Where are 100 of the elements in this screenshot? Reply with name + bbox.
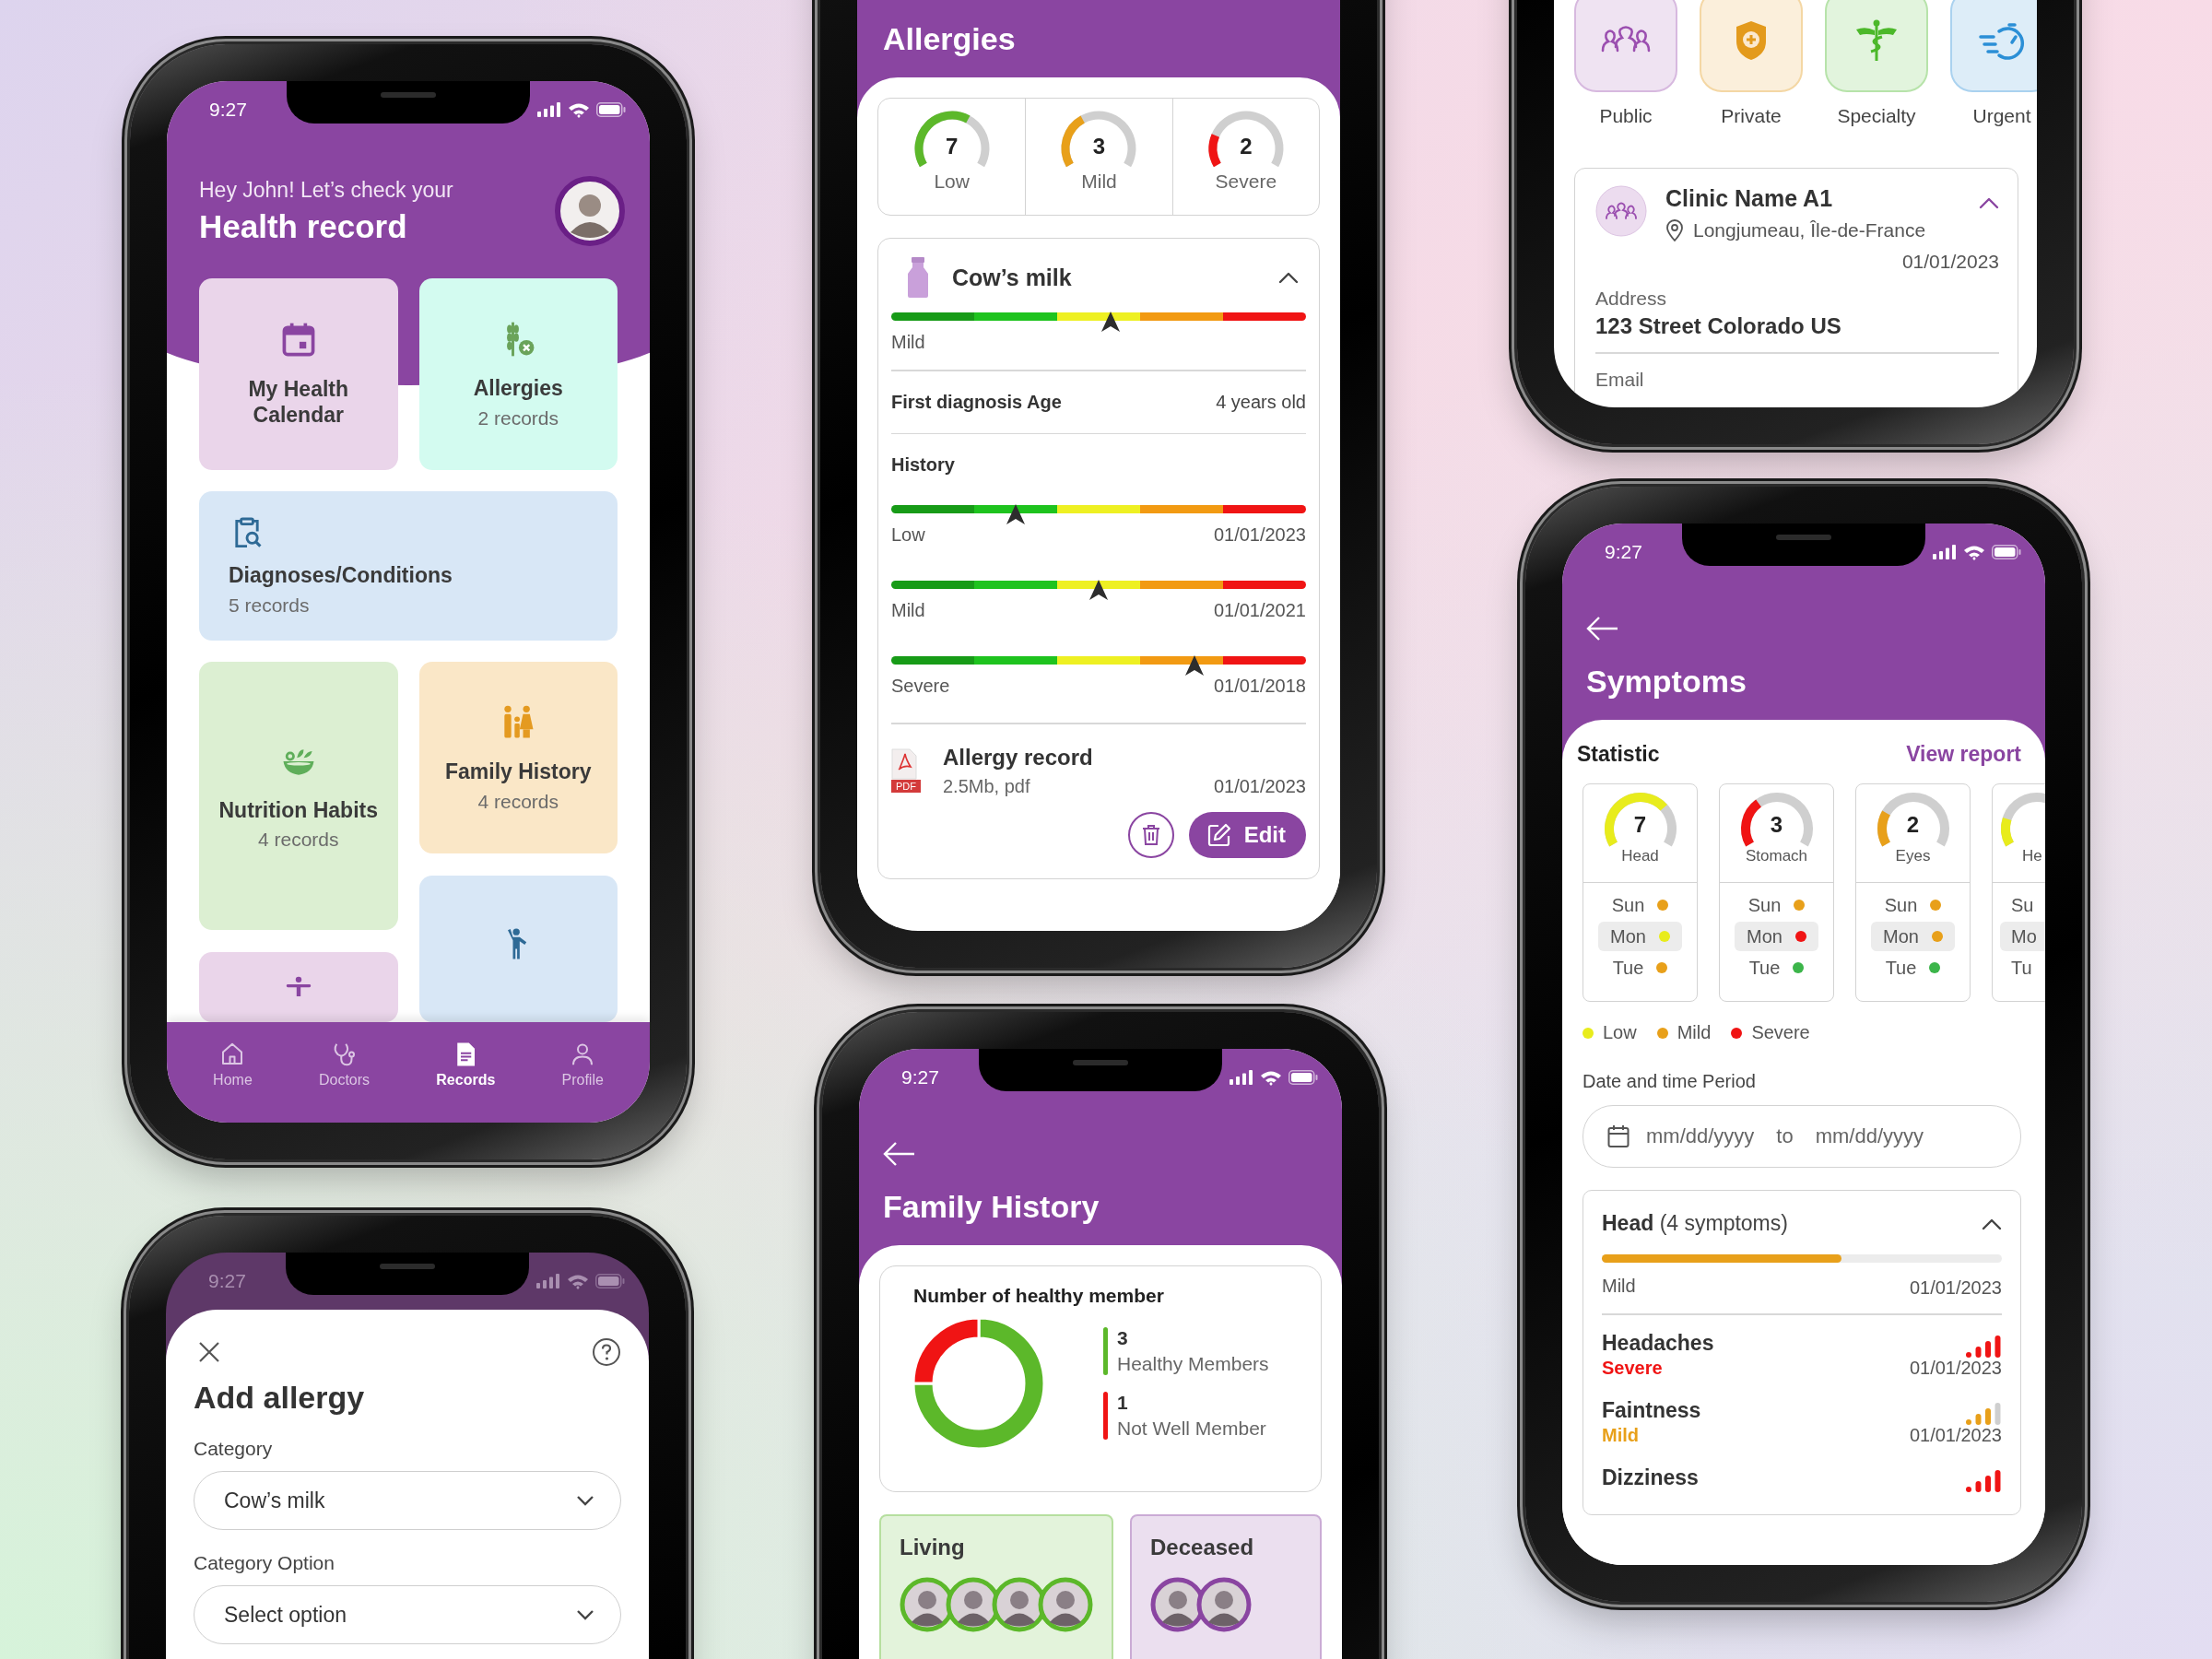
day-row[interactable]: Su xyxy=(2000,890,2045,920)
record-card[interactable]: Allergies 2 records xyxy=(418,278,618,470)
signal-icon xyxy=(1933,545,1957,559)
category-tile[interactable] xyxy=(1950,0,2037,92)
chevron-down-icon xyxy=(576,1495,594,1506)
date-text: 01/01/2023 xyxy=(1213,775,1306,797)
file-name: Allergy record xyxy=(943,744,1093,770)
group-title: Living xyxy=(900,1535,965,1559)
signal-icon xyxy=(1230,1070,1253,1085)
category-tile[interactable] xyxy=(1574,0,1677,92)
battery-icon xyxy=(595,1274,625,1288)
severity-label: Mild xyxy=(891,600,925,621)
status-time: 9:27 xyxy=(1605,541,1642,563)
gauge-value: 7 xyxy=(944,134,959,159)
help-icon[interactable] xyxy=(592,1337,621,1367)
category-tile[interactable] xyxy=(1825,0,1928,92)
nav-tab[interactable]: Profile xyxy=(554,1036,611,1092)
day-row[interactable]: Mon xyxy=(1598,922,1682,951)
file-meta: 2.5Mb, pdf xyxy=(943,775,1030,797)
card-subtitle: 4 records xyxy=(257,829,339,852)
category-tile[interactable] xyxy=(1700,0,1803,92)
gauge-value: 3 xyxy=(1091,134,1107,159)
card-subtitle: 4 records xyxy=(477,790,559,813)
severity-label: Mild xyxy=(1602,1424,1639,1446)
day-row[interactable]: Tu xyxy=(2000,953,2045,982)
back-arrow-icon[interactable] xyxy=(1586,616,1619,641)
day-row[interactable]: Tue xyxy=(1598,953,1682,982)
record-card[interactable]: Family History 4 records xyxy=(418,662,618,853)
gauge-label: Mild xyxy=(1081,171,1117,193)
greeting-text: Hey John! Let’s check your xyxy=(199,177,453,203)
day-row[interactable]: Mo xyxy=(2000,922,2045,951)
chevron-up-icon[interactable] xyxy=(1979,196,1999,209)
section-title: Statistic xyxy=(1577,742,1660,767)
gauge-label: Low xyxy=(934,171,970,193)
gauge-value: 2 xyxy=(1239,134,1253,159)
record-card[interactable]: My Health Calendar xyxy=(199,278,398,470)
chevron-up-icon[interactable] xyxy=(1278,271,1299,284)
date-text: 01/01/2023 xyxy=(1909,1357,2002,1379)
day-row[interactable]: Tue xyxy=(1871,953,1955,982)
fact-value: 4 years old xyxy=(1216,391,1306,413)
card-subtitle: 2 records xyxy=(477,406,559,429)
category-label: Public xyxy=(1599,105,1653,127)
nav-tab[interactable]: Home xyxy=(206,1036,260,1092)
legend-label: Mild xyxy=(1677,1022,1712,1043)
date-text: 01/01/2023 xyxy=(1213,524,1306,546)
page-title: Health record xyxy=(199,207,408,245)
back-arrow-icon[interactable] xyxy=(883,1141,916,1167)
group-title: Deceased xyxy=(1150,1535,1254,1559)
member-group-card[interactable]: Deceased xyxy=(1130,1514,1322,1659)
field-label: Category Option xyxy=(194,1552,335,1574)
date-range-field[interactable]: mm/dd/yyyy to mm/dd/yyyy xyxy=(1583,1105,2021,1168)
sheet-title: Add allergy xyxy=(194,1380,366,1416)
page-title: Allergies xyxy=(883,21,1017,57)
symptom-stat-card[interactable]: He Su Mo Tu xyxy=(1992,783,2045,1002)
severity-label: Mild xyxy=(891,332,926,353)
severity-label: Severe xyxy=(1602,1357,1663,1379)
legend-label: Low xyxy=(1603,1022,1637,1043)
card-title: Diagnoses/Conditions xyxy=(229,563,453,589)
symptom-stat-card[interactable]: 2 Eyes Sun Mon Tue xyxy=(1855,783,1971,1002)
day-row[interactable]: Tue xyxy=(1735,953,1818,982)
allergy-name: Cow’s milk xyxy=(952,264,1073,291)
category-label: Private xyxy=(1721,105,1782,127)
legend-value: 1 xyxy=(1117,1392,1129,1414)
day-row[interactable]: Mon xyxy=(1735,922,1818,951)
record-card[interactable]: Nutrition Habits 4 records xyxy=(199,662,398,930)
record-card[interactable]: Diagnoses/Conditions 5 records xyxy=(199,491,618,641)
gauge-value: 3 xyxy=(1769,812,1784,838)
wifi-icon xyxy=(1963,544,1985,560)
day-row[interactable]: Sun xyxy=(1871,890,1955,920)
member-group-card[interactable]: Living xyxy=(879,1514,1113,1659)
wifi-icon xyxy=(1260,1069,1282,1086)
trash-icon xyxy=(1140,823,1161,846)
signal-icon xyxy=(537,102,561,117)
gauge-label: Eyes xyxy=(1895,847,1931,865)
milk-bottle-icon xyxy=(906,257,930,298)
close-icon[interactable] xyxy=(197,1340,221,1364)
category-label: Specialty xyxy=(1837,105,1916,127)
day-row[interactable]: Sun xyxy=(1598,890,1682,920)
symptom-name: Headaches xyxy=(1602,1331,1714,1356)
page-title: Symptoms xyxy=(1586,664,1747,700)
wifi-icon xyxy=(567,1273,589,1289)
day-row[interactable]: Mon xyxy=(1871,922,1955,951)
date-text: 01/01/2023 xyxy=(1909,1424,2002,1446)
view-report-link[interactable]: View report xyxy=(1906,742,2021,767)
symptom-stat-card[interactable]: 3 Stomach Sun Mon Tue xyxy=(1719,783,1834,1002)
fact-label: First diagnosis Age xyxy=(891,391,1062,413)
day-row[interactable]: Sun xyxy=(1735,890,1818,920)
calendar-icon xyxy=(1607,1124,1630,1148)
severity-label: Low xyxy=(891,524,925,546)
avatar xyxy=(1196,1577,1252,1632)
battery-icon xyxy=(1992,545,2021,559)
nav-tab[interactable]: Doctors xyxy=(311,1036,378,1092)
field-value: 123 Street Colorado US xyxy=(1595,313,1842,339)
chevron-up-icon[interactable] xyxy=(1982,1217,2002,1230)
edit-button[interactable]: Edit xyxy=(1188,811,1306,858)
nav-tab[interactable]: Records xyxy=(429,1036,503,1092)
field-label: Address xyxy=(1595,288,1668,310)
gauge-value: 2 xyxy=(1905,812,1921,838)
clinic-location: Longjumeau, Île-de-France xyxy=(1693,219,1926,241)
status-time: 9:27 xyxy=(208,1270,246,1292)
